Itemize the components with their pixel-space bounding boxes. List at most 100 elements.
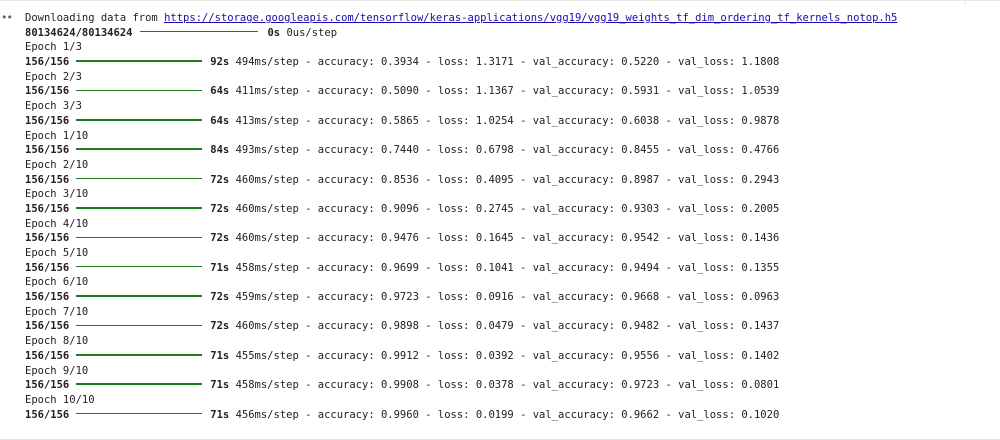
epoch-val-accuracy: 0.9556 <box>621 349 660 362</box>
epoch-result: 156/156 71s 456ms/step - accuracy: 0.9960… <box>25 408 780 421</box>
epoch-progress-bar <box>76 383 203 385</box>
epoch-val-loss: 0.1436 <box>741 232 780 245</box>
epoch-accuracy: 0.9096 <box>380 202 419 215</box>
epoch-steps: 156/156 <box>25 56 70 69</box>
epoch-per-step: 413ms/step <box>235 114 299 127</box>
epoch-steps: 156/156 <box>25 85 70 98</box>
epoch-header: Epoch 3/3 <box>25 100 82 113</box>
epoch-val-loss: 0.0963 <box>741 291 780 304</box>
epoch-steps: 156/156 <box>25 202 70 215</box>
epoch-result: 156/156 71s 455ms/step - accuracy: 0.9912… <box>25 349 780 362</box>
epoch-steps: 156/156 <box>25 349 70 362</box>
epoch-header: Epoch 1/10 <box>25 129 89 142</box>
download-prefix: Downloading data from <box>25 12 165 24</box>
epoch-time: 64s <box>210 114 230 127</box>
epoch-progress-bar <box>76 60 203 62</box>
epoch-header: Epoch 2/3 <box>25 70 82 83</box>
cell-top-border <box>0 0 1000 1</box>
epoch-val-accuracy: 0.8987 <box>621 173 660 186</box>
epoch-time: 72s <box>210 173 230 186</box>
epoch-time: 71s <box>210 349 230 362</box>
epoch-result: 156/156 71s 458ms/step - accuracy: 0.9908… <box>25 379 780 392</box>
epoch-per-step: 493ms/step <box>235 144 299 157</box>
epoch-result: 156/156 64s 411ms/step - accuracy: 0.5090… <box>25 85 780 98</box>
epoch-time: 71s <box>210 379 230 392</box>
epoch-accuracy: 0.9908 <box>380 379 419 392</box>
epoch-steps: 156/156 <box>25 114 70 127</box>
epoch-per-step: 459ms/step <box>235 291 299 304</box>
epoch-time: 84s <box>210 144 230 157</box>
epoch-val-loss: 0.1437 <box>741 320 780 333</box>
epoch-accuracy: 0.5090 <box>380 85 419 98</box>
epoch-val-loss: 0.0801 <box>741 379 780 392</box>
epoch-val-accuracy: 0.9723 <box>621 379 660 392</box>
download-url-link[interactable]: https://storage.googleapis.com/tensorflo… <box>164 12 897 24</box>
epoch-val-accuracy: 0.5931 <box>621 85 660 98</box>
epoch-accuracy: 0.8536 <box>380 173 419 186</box>
epoch-header: Epoch 7/10 <box>25 305 89 318</box>
epoch-per-step: 458ms/step <box>235 261 299 274</box>
epoch-steps: 156/156 <box>25 261 70 274</box>
epoch-val-loss: 1.0539 <box>741 85 780 98</box>
cell-top-divider <box>965 0 966 5</box>
epoch-header: Epoch 9/10 <box>25 364 89 377</box>
epoch-result: 156/156 64s 413ms/step - accuracy: 0.5865… <box>25 114 780 127</box>
epoch-val-loss: 0.4766 <box>741 144 780 157</box>
download-rate: 0us/step <box>286 26 338 39</box>
epoch-per-step: 460ms/step <box>235 320 299 333</box>
epoch-steps: 156/156 <box>25 379 70 392</box>
epoch-time: 92s <box>210 56 230 69</box>
download-line: Downloading data from https://storage.go… <box>25 11 995 26</box>
epoch-loss: 0.0392 <box>475 349 514 362</box>
epoch-accuracy: 0.9723 <box>380 291 419 304</box>
epoch-per-step: 456ms/step <box>235 408 299 421</box>
epoch-steps: 156/156 <box>25 173 70 186</box>
epoch-per-step: 458ms/step <box>235 379 299 392</box>
epoch-val-loss: 0.1020 <box>741 408 780 421</box>
epoch-per-step: 455ms/step <box>235 349 299 362</box>
epoch-loss: 0.2745 <box>475 202 514 215</box>
epoch-time: 72s <box>210 291 230 304</box>
epoch-accuracy: 0.9960 <box>380 408 419 421</box>
output-menu-icon[interactable]: •• <box>1 11 13 25</box>
epoch-progress-bar <box>76 177 203 180</box>
epoch-per-step: 460ms/step <box>235 202 299 215</box>
epoch-loss: 0.1645 <box>475 232 514 245</box>
epoch-progress-bar <box>76 412 203 415</box>
epoch-val-accuracy: 0.9303 <box>621 202 660 215</box>
epoch-result: 156/156 71s 458ms/step - accuracy: 0.9699… <box>25 261 780 274</box>
epoch-accuracy: 0.9476 <box>380 232 419 245</box>
epoch-loss: 0.0378 <box>475 379 514 392</box>
epoch-time: 72s <box>210 202 230 215</box>
download-time: 0s <box>267 26 281 39</box>
epoch-per-step: 460ms/step <box>235 173 299 186</box>
epoch-loss: 1.3171 <box>475 56 514 69</box>
epoch-header: Epoch 5/10 <box>25 247 89 259</box>
epoch-progress-bar <box>76 265 203 268</box>
download-progress-bar <box>140 30 259 33</box>
epoch-time: 72s <box>210 232 230 245</box>
epoch-loss: 0.0199 <box>475 408 514 421</box>
epoch-per-step: 460ms/step <box>235 232 299 245</box>
epoch-loss: 0.1041 <box>475 261 514 274</box>
epoch-val-loss: 0.2005 <box>741 202 780 215</box>
epoch-result: 156/156 92s 494ms/step - accuracy: 0.3934… <box>25 56 780 69</box>
epoch-accuracy: 0.3934 <box>380 56 419 69</box>
epoch-time: 71s <box>210 261 230 274</box>
epoch-accuracy: 0.9912 <box>380 349 419 362</box>
epoch-loss: 1.1367 <box>475 85 514 98</box>
epoch-val-accuracy: 0.9482 <box>621 320 660 333</box>
epoch-time: 71s <box>210 408 230 421</box>
download-progress: 80134624/80134624 <box>25 26 133 39</box>
epoch-header: Epoch 4/10 <box>25 217 89 230</box>
epoch-val-loss: 0.1355 <box>741 261 780 274</box>
epoch-val-loss: 0.1402 <box>741 349 780 362</box>
epoch-result: 156/156 84s 493ms/step - accuracy: 0.7440… <box>25 144 780 157</box>
epoch-time: 64s <box>210 85 230 98</box>
epoch-val-loss: 1.1808 <box>741 56 780 69</box>
epoch-val-loss: 0.2943 <box>741 173 780 186</box>
epoch-header: Epoch 3/10 <box>25 188 89 201</box>
epoch-per-step: 411ms/step <box>235 85 299 98</box>
epoch-val-accuracy: 0.9668 <box>621 291 660 304</box>
cell-output: Downloading data from https://storage.go… <box>25 11 995 422</box>
